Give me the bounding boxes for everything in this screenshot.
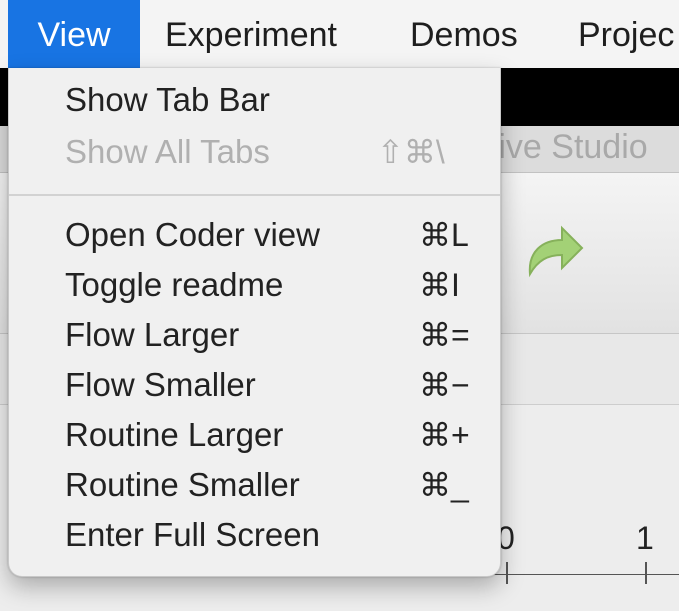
menu-item-label: Flow Larger	[65, 316, 240, 353]
menu-view[interactable]: View	[8, 0, 140, 68]
menu-item-shortcut: ⌘_	[419, 467, 469, 503]
menu-separator	[9, 194, 500, 196]
menu-item-label: Show Tab Bar	[65, 81, 270, 118]
timeline-tick-label: 1	[636, 520, 654, 556]
menu-item-routine-larger[interactable]: Routine Larger ⌘+	[9, 411, 500, 459]
menu-item-label: Routine Smaller	[65, 466, 300, 503]
menu-item-shortcut: ⌘−	[419, 367, 470, 403]
menu-item-label: Toggle readme	[65, 266, 284, 303]
menu-item-shortcut: ⇧⌘\	[377, 134, 445, 170]
menu-item-open-coder-view[interactable]: Open Coder view ⌘L	[9, 211, 500, 259]
menu-item-show-all-tabs: Show All Tabs ⇧⌘\	[9, 128, 500, 176]
menu-bar: View Experiment Demos Projec	[0, 0, 679, 69]
timeline-tick	[645, 562, 647, 584]
menu-item-label: Enter Full Screen	[65, 516, 320, 553]
menu-item-label: Flow Smaller	[65, 366, 256, 403]
menu-item-shortcut: ⌘+	[419, 417, 470, 453]
menu-item-flow-larger[interactable]: Flow Larger ⌘=	[9, 311, 500, 359]
menu-item-routine-smaller[interactable]: Routine Smaller ⌘_	[9, 461, 500, 509]
menu-project[interactable]: Projec	[578, 0, 674, 68]
menu-item-label: Show All Tabs	[65, 133, 270, 170]
menu-item-toggle-readme[interactable]: Toggle readme ⌘I	[9, 261, 500, 309]
menu-item-label: Routine Larger	[65, 416, 284, 453]
timeline-axis	[490, 574, 679, 575]
menu-item-flow-smaller[interactable]: Flow Smaller ⌘−	[9, 361, 500, 409]
menu-item-label: Open Coder view	[65, 216, 320, 253]
menu-item-shortcut: ⌘=	[419, 317, 470, 353]
menu-item-shortcut: ⌘L	[419, 217, 469, 253]
menu-experiment[interactable]: Experiment	[165, 0, 337, 68]
menu-item-shortcut: ⌘I	[419, 267, 460, 303]
menu-item-show-tab-bar[interactable]: Show Tab Bar	[9, 76, 500, 124]
menu-item-enter-full-screen[interactable]: Enter Full Screen	[9, 511, 500, 559]
timeline-tick	[506, 562, 508, 584]
redo-icon[interactable]	[520, 222, 586, 282]
menu-demos[interactable]: Demos	[410, 0, 518, 68]
view-menu: Show Tab Bar Show All Tabs ⇧⌘\ Open Code…	[8, 68, 501, 577]
